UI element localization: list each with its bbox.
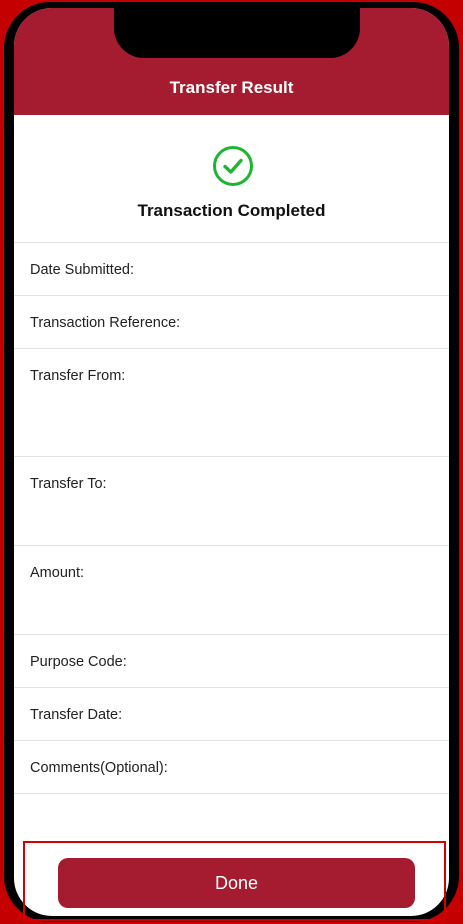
field-purpose-code: Purpose Code: [14, 635, 449, 688]
field-comments: Comments(Optional): [14, 741, 449, 794]
field-transaction-reference: Transaction Reference: [14, 296, 449, 349]
field-transfer-date: Transfer Date: [14, 688, 449, 741]
device-notch [114, 8, 360, 58]
status-section: Transaction Completed [14, 115, 449, 243]
field-label: Date Submitted: [30, 262, 134, 278]
field-transfer-from: Transfer From: [14, 349, 449, 457]
page-title: Transfer Result [169, 78, 294, 97]
field-label: Transaction Reference: [30, 315, 181, 331]
field-date-submitted: Date Submitted: [14, 243, 449, 296]
field-amount: Amount: [14, 546, 449, 635]
check-circle-icon [213, 146, 253, 186]
field-label: Transfer To: [30, 476, 107, 492]
phone-frame: Transfer Result Transaction Completed Da… [4, 2, 459, 922]
app-screen: Transfer Result Transaction Completed Da… [14, 8, 449, 916]
field-label: Amount: [30, 565, 84, 581]
done-button[interactable]: Done [58, 858, 415, 908]
field-transfer-to: Transfer To: [14, 457, 449, 546]
field-label: Transfer From: [30, 368, 126, 384]
field-label: Transfer Date: [30, 707, 123, 723]
field-label: Comments(Optional): [30, 760, 168, 776]
top-bar: Transfer Result [14, 8, 449, 115]
field-label: Purpose Code: [30, 654, 127, 670]
status-title: Transaction Completed [137, 201, 326, 220]
